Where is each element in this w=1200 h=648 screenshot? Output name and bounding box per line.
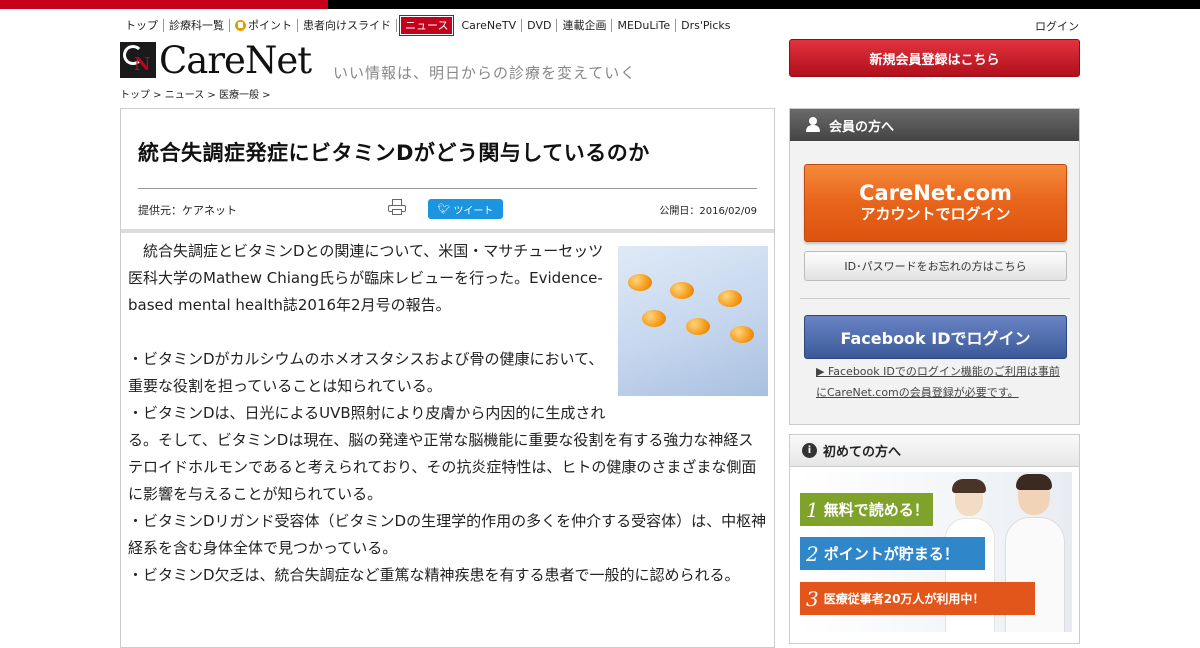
article-date: 公開日：2016/02/09 bbox=[659, 206, 757, 217]
nav-item-points-label: ポイント bbox=[248, 18, 292, 32]
divider bbox=[800, 298, 1070, 299]
forgot-password-button[interactable]: ID･パスワードをお忘れの方はこちら bbox=[804, 251, 1067, 281]
first-time-heading: i 初めての方へ bbox=[790, 435, 1079, 467]
capsule bbox=[730, 326, 754, 343]
twitter-bird-icon: 🐦︎ bbox=[437, 203, 454, 215]
members-heading-label: 会員の方へ bbox=[829, 119, 895, 135]
global-nav: トップ 診療科一覧 ポイント 患者向けスライド ニュース CareNeTV DV… bbox=[120, 14, 736, 36]
members-box: 会員の方へ CareNet.com アカウントでログイン ID･パスワードをお忘… bbox=[789, 108, 1080, 425]
facebook-login-note[interactable]: ▶ Facebook IDでのログイン機能のご利用は事前にCareNet.com… bbox=[816, 361, 1066, 403]
article-bullet: ・ビタミンD欠乏は、統合失調症など重篤な精神疾患を有する患者で一般的に認められる… bbox=[128, 566, 740, 584]
print-icon[interactable] bbox=[388, 199, 406, 215]
register-button[interactable]: 新規会員登録はこちら bbox=[789, 39, 1080, 77]
nav-item-medulite[interactable]: MEDuLiTe bbox=[612, 18, 677, 32]
first-time-promo-banner[interactable]: 1 無料で読める！ 2 ポイントが貯まる！ 3 医療従事者20万人が利用中！ bbox=[800, 472, 1072, 632]
user-icon bbox=[805, 117, 821, 133]
facebook-login-button[interactable]: Facebook IDでログイン bbox=[804, 315, 1067, 359]
carenet-login-button[interactable]: CareNet.com アカウントでログイン bbox=[804, 164, 1067, 242]
article-body: 統合失調症とビタミンDとの関連について、米国・マサチューセッツ医科大学のMath… bbox=[121, 233, 774, 589]
article-bullet: ・ビタミンDリガンド受容体（ビタミンDの生理学的作用の多くを仲介する受容体）は、… bbox=[128, 512, 767, 557]
login-link[interactable]: ログイン bbox=[1035, 18, 1079, 34]
article-title: 統合失調症発症にビタミンDがどう関与しているのか bbox=[138, 109, 757, 189]
points-icon bbox=[235, 19, 246, 31]
article-header: 統合失調症発症にビタミンDがどう関与しているのか 提供元：ケアネット 🐦︎ ツイ… bbox=[121, 109, 774, 233]
article-bullet: ・ビタミンDは、日光によるUVB照射により皮膚から内因的に生成される。そして、ビ… bbox=[128, 404, 757, 503]
nav-item-series[interactable]: 連載企画 bbox=[557, 18, 613, 32]
nav-item-patient-slides[interactable]: 患者向けスライド bbox=[298, 18, 397, 32]
tweet-label: ツイート bbox=[453, 205, 494, 217]
promo-ribbon-users: 3 医療従事者20万人が利用中！ bbox=[800, 582, 1035, 615]
info-icon: i bbox=[802, 443, 817, 458]
members-heading: 会員の方へ bbox=[790, 109, 1079, 141]
article-panel: 統合失調症発症にビタミンDがどう関与しているのか 提供元：ケアネット 🐦︎ ツイ… bbox=[120, 108, 775, 648]
vitamin-capsules-image bbox=[618, 246, 768, 396]
nav-item-points[interactable]: ポイント bbox=[230, 18, 298, 32]
logo-mark-icon: N bbox=[120, 42, 156, 78]
capsule bbox=[718, 290, 742, 307]
nav-item-top[interactable]: トップ bbox=[120, 18, 164, 32]
tweet-button[interactable]: 🐦︎ ツイート bbox=[428, 199, 503, 219]
top-bar-accent bbox=[0, 0, 328, 9]
logo-wordmark: CareNet bbox=[159, 38, 312, 82]
nav-item-carenetv[interactable]: CareNeTV bbox=[456, 18, 523, 32]
article-meta: 提供元：ケアネット 🐦︎ ツイート 公開日：2016/02/09 bbox=[138, 189, 757, 229]
top-bar bbox=[0, 0, 1200, 9]
capsule bbox=[628, 274, 652, 291]
article-provider: 提供元：ケアネット bbox=[138, 204, 237, 217]
capsule bbox=[686, 318, 710, 335]
tagline: いい情報は、明日からの診療を変えていく bbox=[333, 64, 637, 82]
carenet-logo[interactable]: N CareNet bbox=[120, 39, 312, 82]
nav-item-drspicks[interactable]: Drs'Picks bbox=[676, 19, 735, 32]
promo-ribbon-points: 2 ポイントが貯まる！ bbox=[800, 537, 985, 570]
carenet-login-line1: CareNet.com bbox=[859, 181, 1012, 205]
capsule bbox=[642, 310, 666, 327]
breadcrumb: トップ > ニュース > 医療一般 > bbox=[120, 90, 271, 101]
first-time-heading-label: 初めての方へ bbox=[823, 445, 902, 460]
nav-item-dvd[interactable]: DVD bbox=[522, 18, 558, 32]
nav-item-news[interactable]: ニュース bbox=[398, 14, 455, 36]
nav-item-specialties[interactable]: 診療科一覧 bbox=[164, 18, 230, 32]
promo-ribbon-free: 1 無料で読める！ bbox=[800, 493, 933, 526]
first-time-box: i 初めての方へ 1 無料で読める！ 2 ポイントが貯まる！ 3 医療従事者20万人が… bbox=[789, 434, 1080, 644]
capsule bbox=[670, 282, 694, 299]
carenet-login-line2: アカウントでログイン bbox=[860, 205, 1011, 223]
